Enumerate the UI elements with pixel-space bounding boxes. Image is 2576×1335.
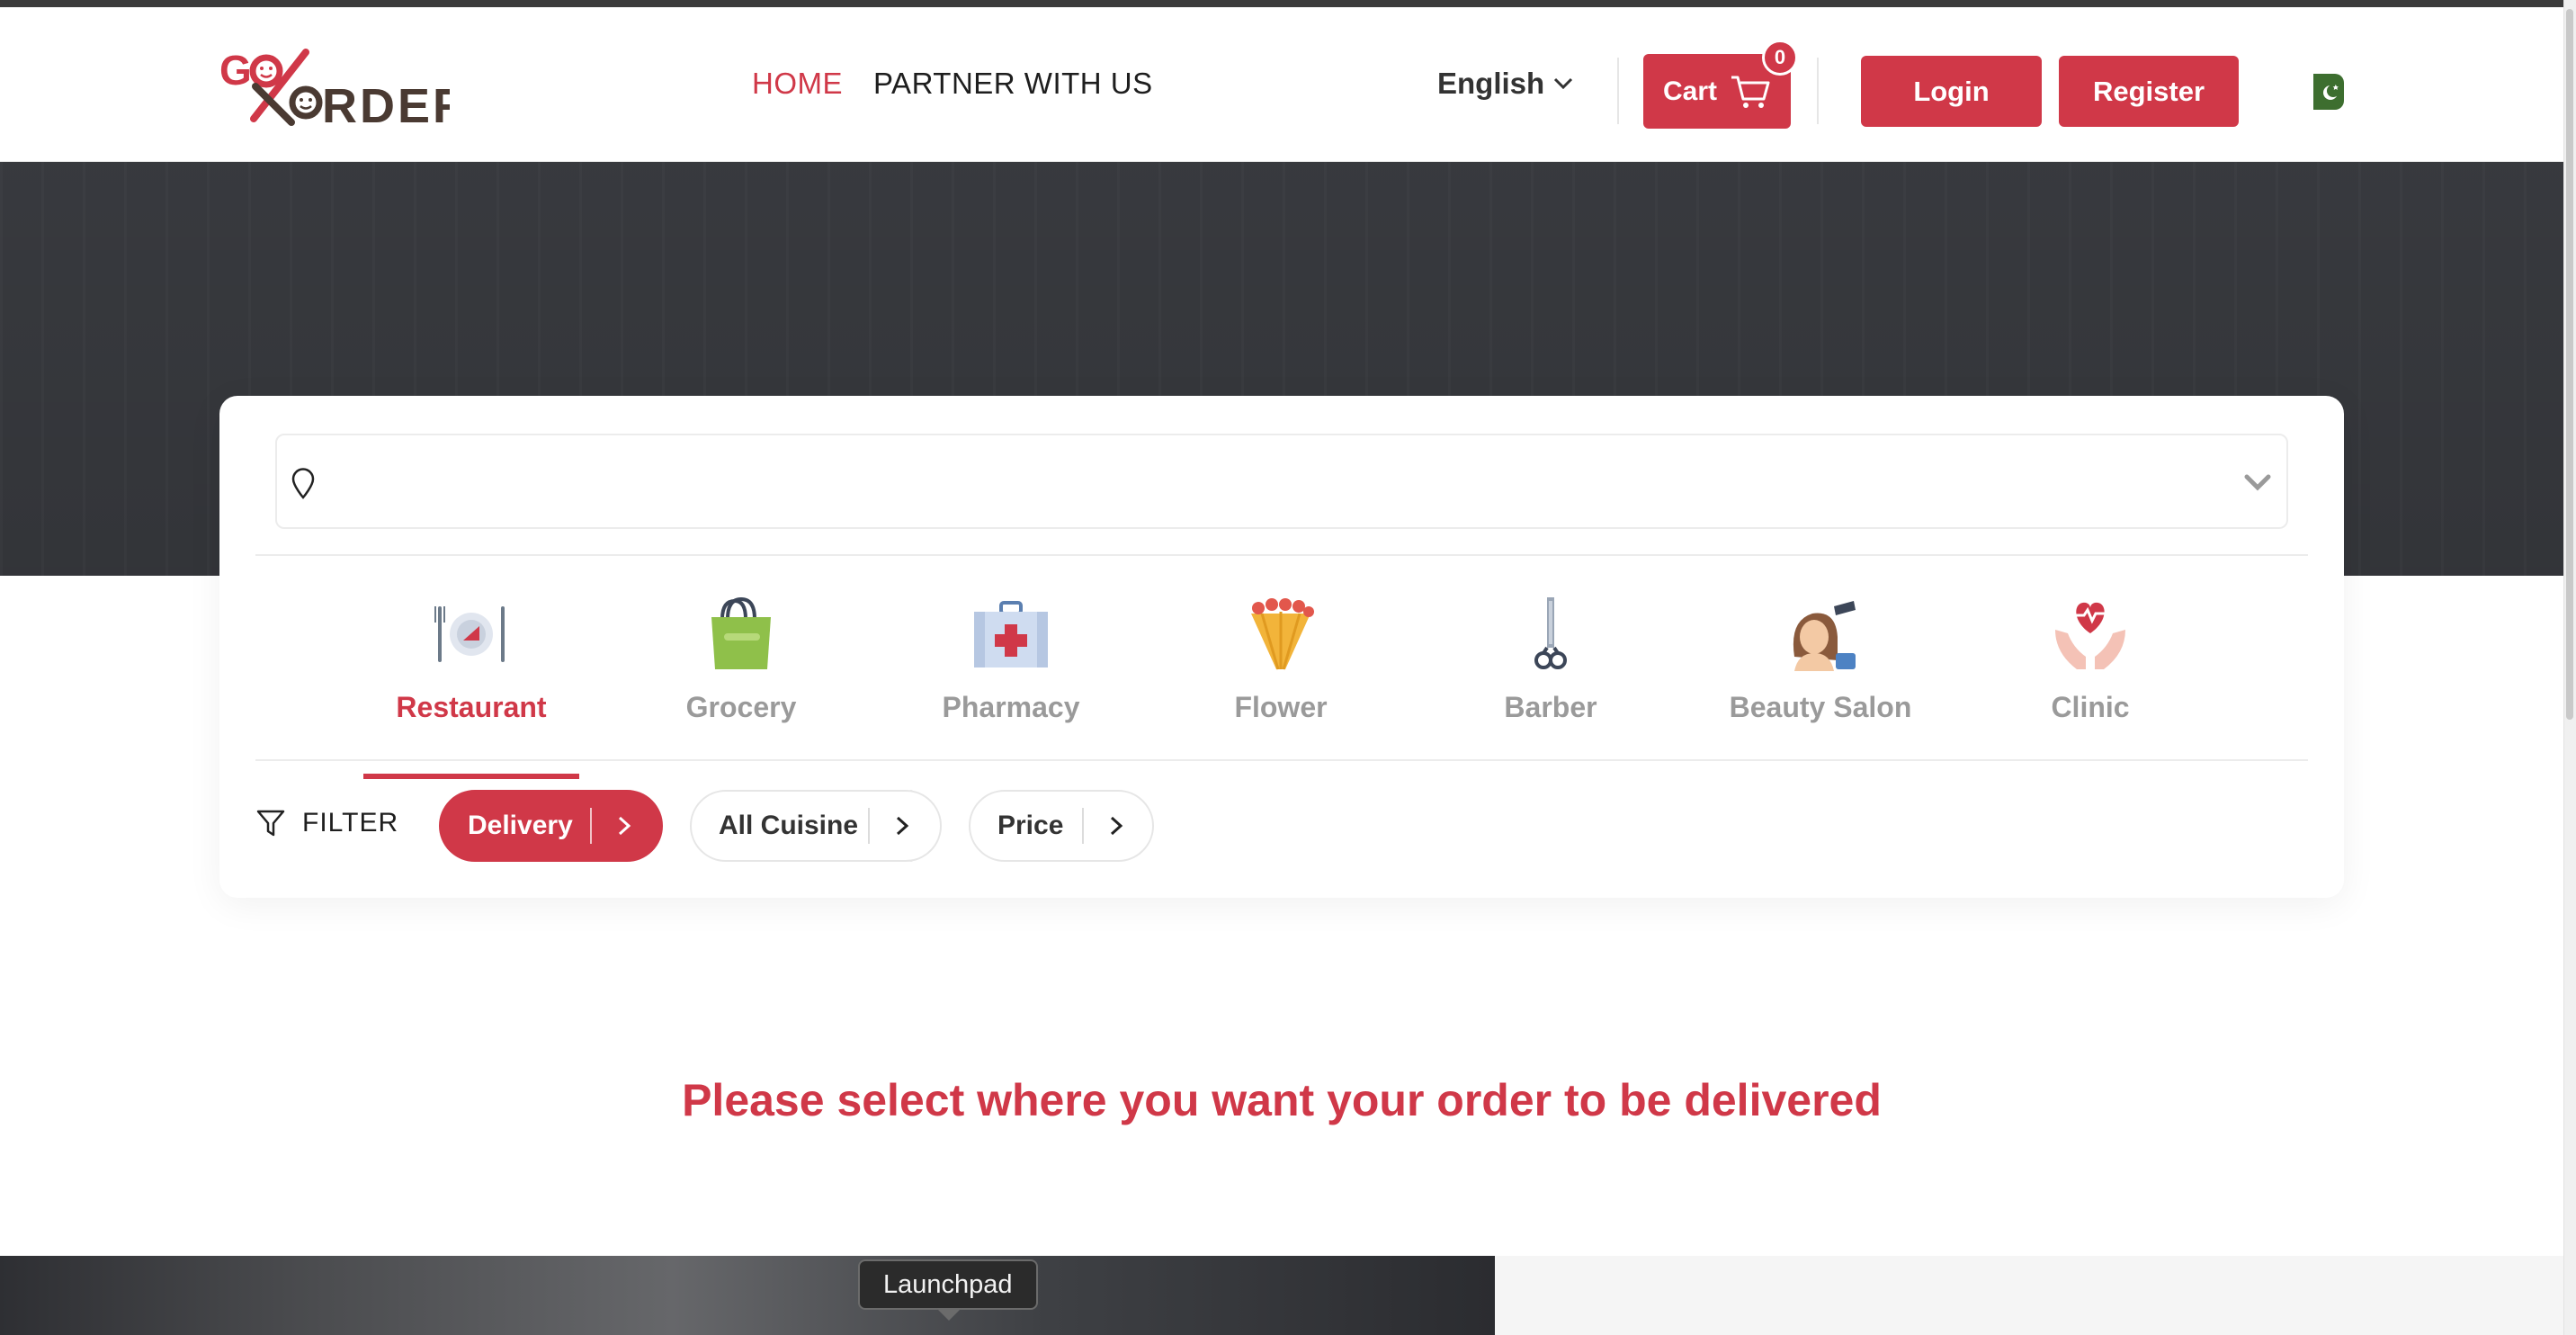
chip-label: Price: [997, 811, 1064, 840]
map-pin-icon: [291, 468, 315, 499]
category-tab-restaurant[interactable]: Restaurant: [363, 576, 579, 779]
location-search-field[interactable]: [275, 434, 2288, 529]
restaurant-plate-icon: [434, 606, 505, 662]
nav-home-link[interactable]: HOME: [752, 67, 843, 101]
filter-bar: FILTER Delivery: [255, 788, 2308, 865]
price-filter-chip[interactable]: Price: [969, 790, 1154, 862]
nav-partner-link[interactable]: PARTNER WITH US: [873, 67, 1153, 101]
category-tab-pharmacy[interactable]: Pharmacy: [903, 576, 1119, 779]
page-scrollbar[interactable]: [2563, 0, 2576, 1335]
filter-label: FILTER: [302, 808, 399, 838]
category-label: Clinic: [2051, 691, 2130, 723]
chevron-right-icon: [618, 816, 631, 836]
category-label: Flower: [1234, 691, 1328, 723]
shopping-bag-icon: [711, 596, 771, 669]
launchpad-tooltip: Launchpad: [858, 1259, 1038, 1310]
shopping-cart-icon: [1731, 76, 1770, 108]
category-tab-grocery[interactable]: Grocery: [633, 576, 849, 779]
svg-text:RDER: RDER: [322, 79, 450, 130]
site-header: G RDER HOME PARTNER WITH US English Cart: [0, 7, 2563, 162]
language-label: English: [1437, 67, 1545, 100]
first-aid-kit-icon: [974, 601, 1048, 668]
category-tab-clinic[interactable]: Clinic: [1982, 576, 2198, 779]
card-divider: [255, 554, 2308, 556]
razor-scissors-icon: [1534, 597, 1567, 669]
promo-panel: [1495, 1256, 2563, 1335]
chip-separator: [1082, 808, 1084, 844]
chevron-right-icon: [1110, 816, 1123, 836]
chevron-down-icon[interactable]: [2241, 468, 2274, 497]
category-tab-flower[interactable]: Flower: [1173, 576, 1389, 779]
filter-toggle[interactable]: FILTER: [255, 808, 398, 838]
cart-button[interactable]: Cart 0: [1643, 40, 1798, 129]
login-button[interactable]: Login: [1861, 56, 2042, 127]
category-label: Barber: [1504, 691, 1597, 723]
chip-label: Delivery: [468, 811, 573, 840]
tooltip-arrow: [936, 1308, 962, 1321]
chip-separator: [590, 808, 592, 844]
heart-hands-icon: [2055, 602, 2125, 669]
location-input[interactable]: [336, 457, 2207, 507]
goorder-logo[interactable]: G RDER: [219, 47, 468, 133]
promo-image: [0, 1256, 1495, 1335]
header-divider: [1817, 58, 1819, 124]
browser-top-strip: [0, 0, 2563, 7]
cart-count-badge: 0: [1762, 40, 1798, 76]
delivery-filter-chip[interactable]: Delivery: [439, 790, 663, 862]
search-card: Restaurant Grocery Pharmacy Flower Barbe…: [219, 396, 2344, 898]
category-tab-beauty-salon[interactable]: Beauty Salon: [1713, 576, 1928, 779]
category-label: Restaurant: [396, 691, 547, 723]
scrollbar-thumb[interactable]: [2566, 9, 2573, 720]
page: G RDER HOME PARTNER WITH US English Cart: [0, 0, 2563, 1335]
chip-separator: [868, 808, 870, 844]
category-label: Grocery: [685, 691, 797, 723]
chevron-down-icon: [1554, 77, 1573, 90]
cart-label: Cart: [1663, 76, 1718, 106]
svg-text:G: G: [219, 47, 252, 94]
delivery-location-prompt: Please select where you want your order …: [682, 1075, 1882, 1125]
chevron-right-icon: [896, 816, 909, 836]
card-divider: [255, 759, 2308, 761]
language-selector[interactable]: English: [1437, 67, 1573, 101]
main-nav: HOME PARTNER WITH US: [752, 67, 1153, 101]
chip-label: All Cuisine: [719, 811, 859, 840]
active-tab-indicator: [363, 774, 579, 779]
category-tabs: Restaurant Grocery Pharmacy Flower Barbe…: [219, 576, 2344, 779]
register-button[interactable]: Register: [2059, 56, 2239, 127]
cuisine-filter-chip[interactable]: All Cuisine: [690, 790, 942, 862]
category-label: Pharmacy: [942, 691, 1080, 723]
funnel-icon: [256, 810, 285, 837]
header-divider: [1617, 58, 1619, 124]
pakistan-flag-icon[interactable]: [2308, 72, 2344, 112]
category-tab-barber[interactable]: Barber: [1443, 576, 1659, 779]
category-label: Beauty Salon: [1729, 691, 1912, 723]
flower-bouquet-icon: [1251, 598, 1314, 670]
hairdresser-icon: [1793, 601, 1856, 671]
